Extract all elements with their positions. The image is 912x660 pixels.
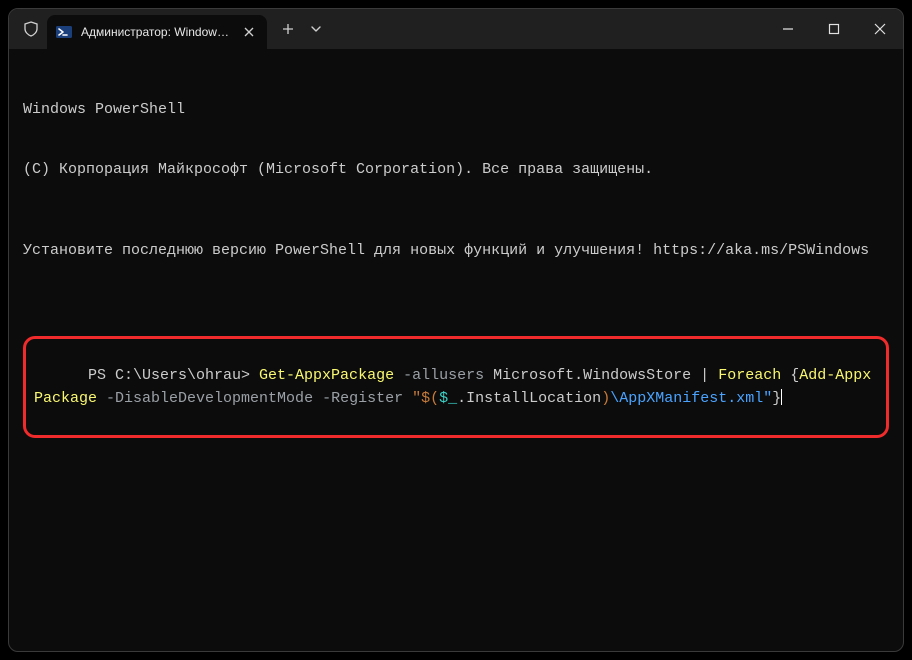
- shield-icon: [15, 21, 47, 37]
- highlighted-command-box: PS C:\Users\ohrau> Get-AppxPackage -allu…: [23, 336, 889, 438]
- text-cursor: [781, 389, 782, 405]
- new-tab-button[interactable]: [273, 14, 303, 44]
- option: -allusers: [403, 367, 484, 384]
- cmdlet: Foreach: [718, 367, 781, 384]
- space: [484, 367, 493, 384]
- option: -Register: [322, 390, 403, 407]
- tab-menu-dropdown[interactable]: [303, 14, 329, 44]
- brace: }: [772, 390, 781, 407]
- title-bar[interactable]: Администратор: Windows Po: [9, 9, 903, 49]
- tab-title: Администратор: Windows Po: [81, 25, 231, 39]
- string-start: "$(: [412, 390, 439, 407]
- tab-close-button[interactable]: [239, 22, 259, 42]
- minimize-button[interactable]: [765, 9, 811, 49]
- prompt: PS C:\Users\ohrau>: [88, 367, 259, 384]
- brace: {: [781, 367, 799, 384]
- space: [403, 390, 412, 407]
- app-window: Администратор: Windows Po Windows PowerS…: [8, 8, 904, 652]
- terminal-line: Установите последнюю версию PowerShell д…: [23, 241, 889, 261]
- terminal-body[interactable]: Windows PowerShell (C) Корпорация Майкро…: [9, 49, 903, 651]
- window-controls: [765, 9, 903, 49]
- powershell-icon: [55, 23, 73, 41]
- option: -DisableDevelopmentMode: [106, 390, 313, 407]
- space: [394, 367, 403, 384]
- space: [313, 390, 322, 407]
- property: .InstallLocation: [457, 390, 601, 407]
- package-name: Microsoft.WindowsStore: [493, 367, 691, 384]
- terminal-line: Windows PowerShell: [23, 100, 889, 120]
- path-string: \AppXManifest.xml": [610, 390, 772, 407]
- maximize-button[interactable]: [811, 9, 857, 49]
- pipe: |: [691, 367, 718, 384]
- space: [97, 390, 106, 407]
- string-mid: ): [601, 390, 610, 407]
- cmdlet: Get-AppxPackage: [259, 367, 394, 384]
- terminal-line: (C) Корпорация Майкрософт (Microsoft Cor…: [23, 160, 889, 180]
- variable: $_: [439, 390, 457, 407]
- tab-active[interactable]: Администратор: Windows Po: [47, 15, 267, 49]
- close-button[interactable]: [857, 9, 903, 49]
